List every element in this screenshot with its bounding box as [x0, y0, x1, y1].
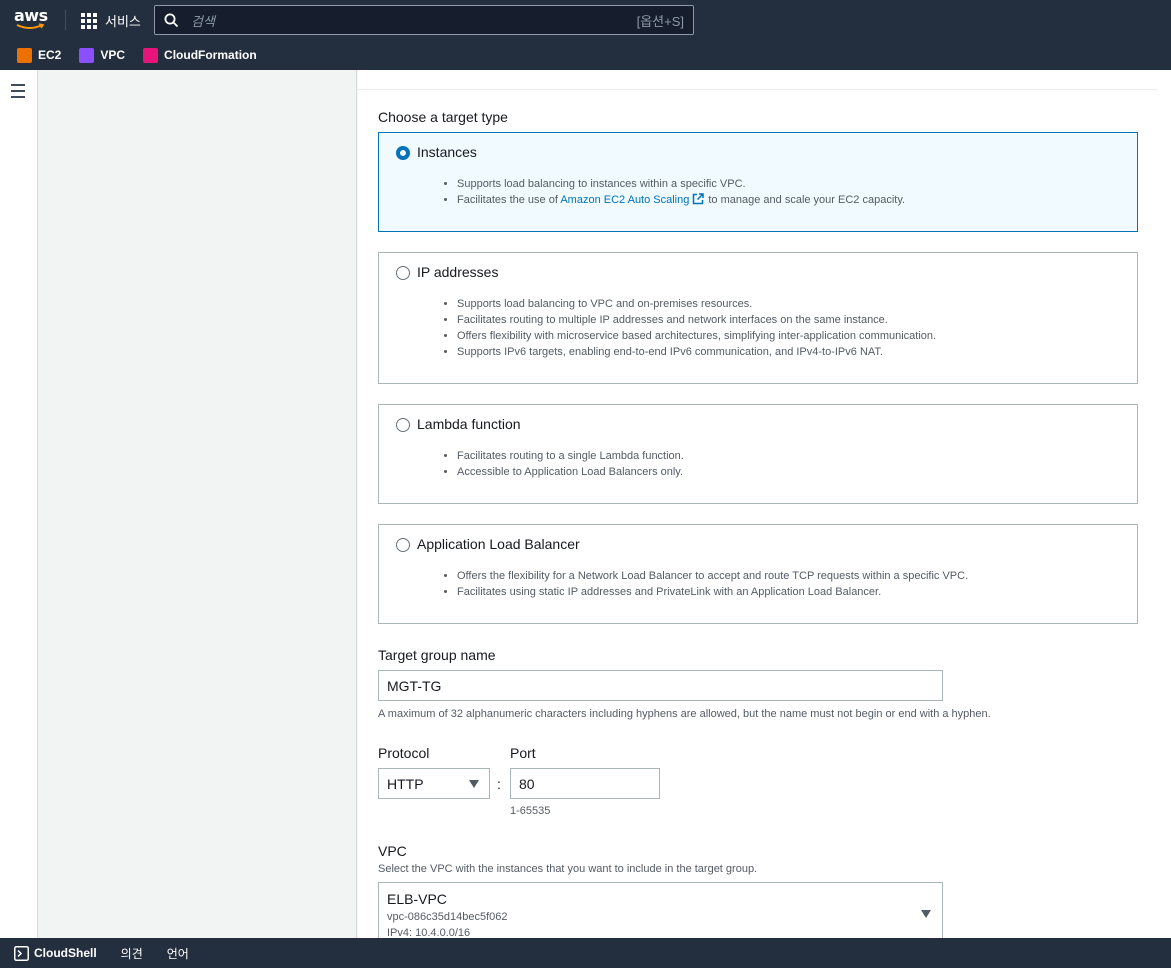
external-link-icon — [693, 193, 705, 205]
radio-button[interactable] — [396, 538, 410, 552]
target-type-option-ip-addresses[interactable]: IP addresses Supports load balancing to … — [378, 252, 1138, 384]
vpc-service-icon — [79, 47, 95, 63]
search-icon — [164, 13, 179, 27]
option-title: Lambda function — [417, 416, 521, 432]
favorite-vpc[interactable]: VPC — [79, 47, 126, 63]
port-range-hint: 1-65535 — [510, 805, 551, 817]
list-item: Supports IPv6 targets, enabling end-to-e… — [457, 344, 936, 360]
target-group-name-constraint: A maximum of 32 alphanumeric characters … — [378, 708, 991, 720]
search-input[interactable]: 검색 [옵션+S] — [154, 5, 694, 35]
list-item: Facilitates the use of Amazon EC2 Auto S… — [457, 192, 905, 208]
target-type-option-alb[interactable]: Application Load Balancer Offers the fle… — [378, 524, 1138, 624]
favorite-cloudformation[interactable]: CloudFormation — [143, 47, 257, 63]
bullet-text: to manage and scale your EC2 capacity. — [708, 194, 906, 206]
favorite-ec2[interactable]: EC2 — [17, 47, 62, 63]
ec2-service-icon — [17, 47, 32, 63]
top-navigation: aws 서비스 검색 [옵션+S] — [0, 0, 1171, 40]
cloudformation-service-icon — [143, 47, 159, 63]
favorite-label: EC2 — [38, 48, 62, 62]
ec2-auto-scaling-link[interactable]: Amazon EC2 Auto Scaling — [560, 194, 689, 206]
list-item: Offers flexibility with microservice bas… — [457, 328, 936, 344]
right-gutter — [1158, 70, 1171, 938]
section-divider — [358, 89, 1158, 90]
target-type-option-instances[interactable]: Instances Supports load balancing to ins… — [378, 132, 1138, 232]
search-shortcut-hint: [옵션+S] — [636, 13, 684, 29]
option-title: IP addresses — [417, 264, 499, 280]
caret-down-icon — [469, 780, 479, 788]
radio-button[interactable] — [396, 266, 410, 280]
port-label: Port — [510, 745, 536, 761]
favorite-label: CloudFormation — [164, 48, 257, 62]
option-description-list: Supports load balancing to VPC and on-pr… — [457, 296, 936, 360]
aws-smile-icon — [16, 23, 45, 29]
list-item: Supports load balancing to VPC and on-pr… — [457, 296, 936, 312]
list-item: Facilitates using static IP addresses an… — [457, 584, 968, 600]
target-type-option-lambda[interactable]: Lambda function Facilitates routing to a… — [378, 404, 1138, 504]
cloudshell-button[interactable]: CloudShell — [14, 945, 97, 961]
option-title: Instances — [417, 144, 477, 160]
nav-divider — [65, 10, 66, 30]
vpc-name: ELB-VPC — [387, 891, 447, 907]
port-input[interactable]: 80 — [510, 768, 660, 799]
favorites-bar: EC2 VPC CloudFormation — [0, 40, 1171, 70]
services-menu-button[interactable]: 서비스 — [81, 11, 141, 30]
main-content: Choose a target type Instances Supports … — [358, 70, 1158, 942]
radio-button[interactable] — [396, 146, 410, 160]
protocol-port-separator: : — [497, 776, 501, 792]
favorite-label: VPC — [100, 48, 126, 62]
menu-icon[interactable] — [11, 84, 25, 102]
aws-logo[interactable]: aws — [14, 8, 48, 32]
side-navigation-strip — [0, 70, 38, 938]
vpc-select[interactable]: ELB-VPC vpc-086c35d14bec5f062 IPv4: 10.4… — [378, 882, 943, 942]
cloudshell-icon — [14, 945, 29, 961]
language-selector[interactable]: 언어 — [167, 945, 189, 962]
list-item: Offers the flexibility for a Network Loa… — [457, 568, 968, 584]
list-item: Accessible to Application Load Balancers… — [457, 464, 684, 480]
vpc-label: VPC — [378, 843, 407, 859]
protocol-select[interactable]: HTTP — [378, 768, 490, 799]
cloudshell-label: CloudShell — [34, 946, 97, 960]
aws-logo-text: aws — [14, 6, 48, 25]
list-item: Facilitates routing to a single Lambda f… — [457, 448, 684, 464]
feedback-link[interactable]: 의견 — [121, 945, 143, 962]
services-label: 서비스 — [105, 14, 141, 29]
radio-button[interactable] — [396, 418, 410, 432]
list-item: Supports load balancing to instances wit… — [457, 176, 905, 192]
target-group-name-label: Target group name — [378, 647, 496, 663]
grid-icon — [81, 12, 97, 29]
left-panel — [39, 70, 357, 938]
option-description-list: Facilitates routing to a single Lambda f… — [457, 448, 684, 480]
caret-down-icon — [921, 910, 931, 918]
search-placeholder: 검색 — [191, 13, 215, 29]
bottom-bar: CloudShell 의견 언어 — [0, 938, 1171, 968]
bullet-text: Facilitates the use of — [457, 194, 558, 206]
option-description-list: Supports load balancing to instances wit… — [457, 176, 905, 208]
protocol-label: Protocol — [378, 745, 430, 761]
list-item: Facilitates routing to multiple IP addre… — [457, 312, 936, 328]
protocol-value: HTTP — [387, 776, 424, 792]
vpc-id: vpc-086c35d14bec5f062 — [387, 911, 508, 923]
option-description-list: Offers the flexibility for a Network Loa… — [457, 568, 968, 600]
target-group-name-input[interactable]: MGT-TG — [378, 670, 943, 701]
vpc-description: Select the VPC with the instances that y… — [378, 863, 758, 875]
option-title: Application Load Balancer — [417, 536, 580, 552]
target-type-heading: Choose a target type — [378, 109, 508, 125]
